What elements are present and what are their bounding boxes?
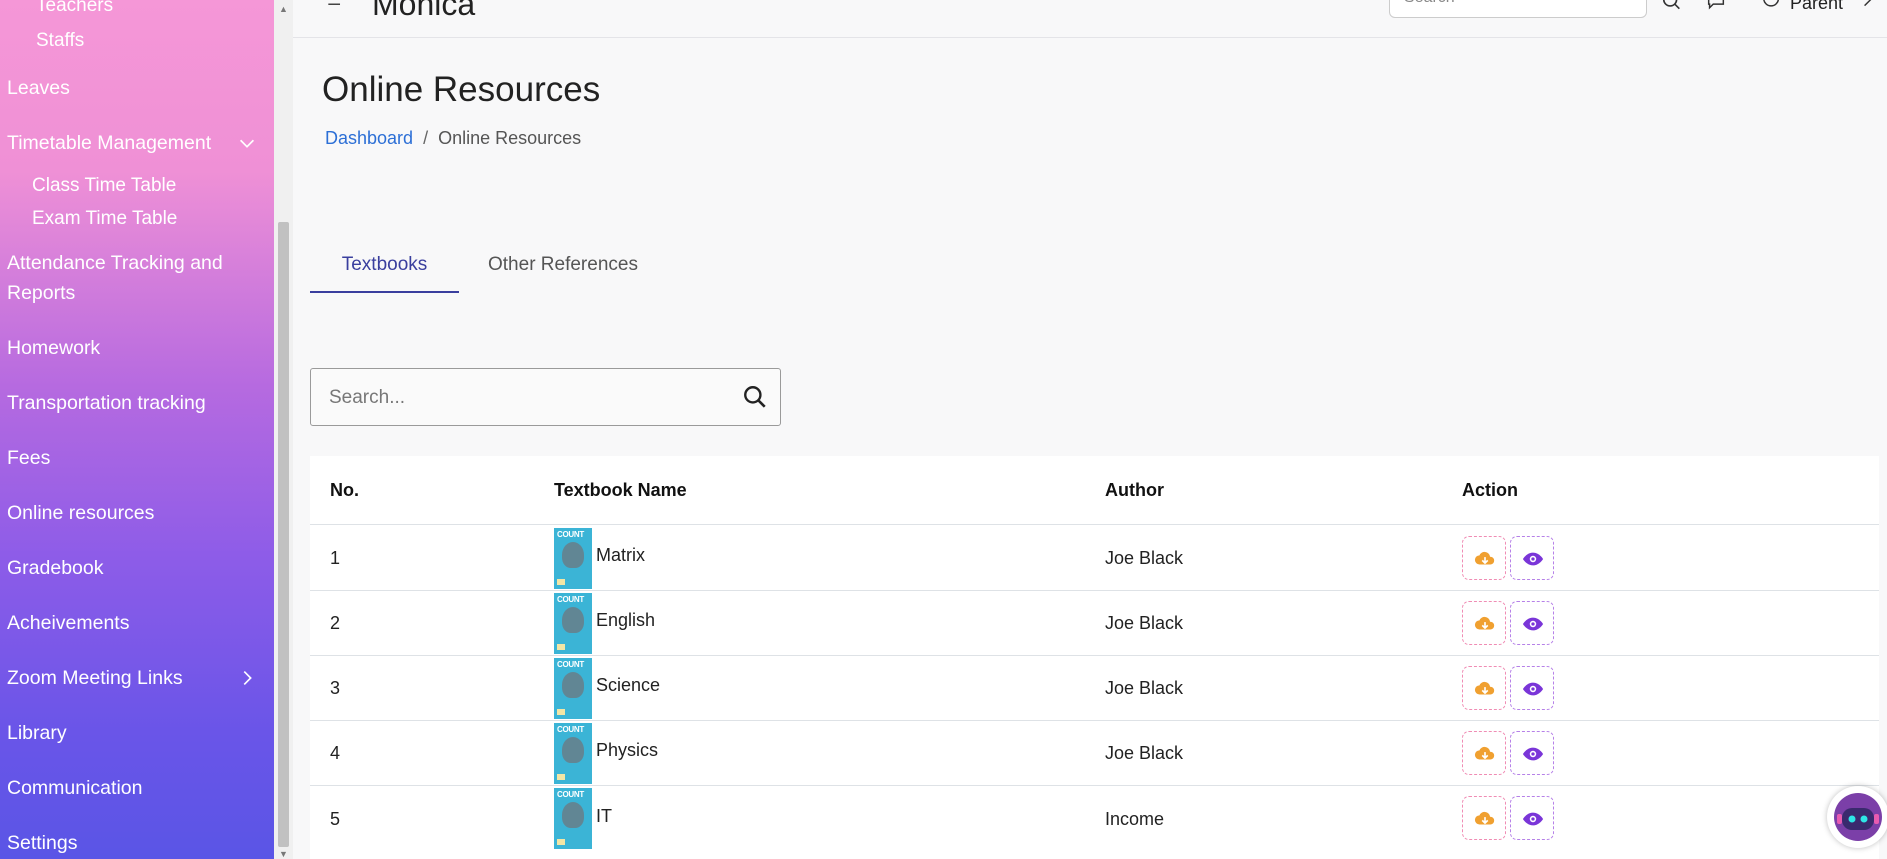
- sidebar-item-timetable-management[interactable]: Timetable Management: [7, 128, 211, 158]
- textbook-name: English: [596, 610, 656, 630]
- column-header-no: No.: [330, 480, 359, 500]
- row-number: 5: [330, 809, 341, 829]
- eye-icon: [1522, 812, 1544, 826]
- sidebar-item-attendance-reports[interactable]: Reports: [7, 278, 75, 308]
- row-number: 4: [330, 743, 341, 763]
- page-title: Online Resources: [322, 70, 601, 109]
- sidebar-item-leaves[interactable]: Leaves: [7, 73, 70, 103]
- search-icon[interactable]: [1661, 0, 1685, 14]
- chevron-down-icon[interactable]: [236, 132, 258, 154]
- view-button[interactable]: [1510, 796, 1554, 840]
- cloud-download-icon: [1474, 746, 1495, 760]
- author-name: Joe Black: [1105, 743, 1184, 763]
- sidebar-item-teachers[interactable]: Teachers: [36, 0, 113, 20]
- author-name: Joe Black: [1105, 678, 1184, 698]
- eye-icon: [1522, 682, 1544, 696]
- textbooks-table: No. Textbook Name Author Action 1 COUNT …: [310, 456, 1879, 859]
- sidebar-item-online-resources[interactable]: Online resources: [7, 498, 154, 528]
- textbook-search: [310, 368, 781, 426]
- textbook-name: Matrix: [596, 545, 645, 565]
- download-button[interactable]: [1462, 536, 1506, 580]
- column-header-textbook-name: Textbook Name: [554, 480, 687, 500]
- robot-assistant-icon: [1834, 793, 1882, 841]
- sidebar-item-attendance-tracking[interactable]: Attendance Tracking and: [7, 248, 223, 278]
- book-cover-image: COUNT: [554, 723, 592, 784]
- sidebar-item-settings[interactable]: Settings: [7, 828, 77, 858]
- sidebar-item-homework[interactable]: Homework: [7, 333, 100, 363]
- view-button[interactable]: [1510, 536, 1554, 580]
- textbook-name: IT: [596, 806, 612, 826]
- download-button[interactable]: [1462, 796, 1506, 840]
- table-row: 5 COUNT IT Income: [310, 786, 1879, 851]
- search-input[interactable]: [329, 383, 709, 413]
- sidebar-item-gradebook[interactable]: Gradebook: [7, 553, 103, 583]
- header-search-input[interactable]: Search: [1389, 0, 1647, 18]
- sidebar-item-exam-time-table[interactable]: Exam Time Table: [32, 205, 177, 233]
- chevron-right-icon[interactable]: [1860, 0, 1884, 11]
- row-number: 3: [330, 678, 341, 698]
- eye-icon: [1522, 747, 1544, 761]
- tab-textbooks[interactable]: Textbooks: [310, 245, 459, 293]
- table-row: 3 COUNT Science Joe Black: [310, 656, 1879, 721]
- sidebar-item-class-time-table[interactable]: Class Time Table: [32, 172, 176, 200]
- author-name: Joe Black: [1105, 613, 1184, 633]
- breadcrumb-dashboard-link[interactable]: Dashboard: [325, 128, 413, 148]
- chevron-right-icon[interactable]: [236, 667, 258, 689]
- sidebar-item-communication[interactable]: Communication: [7, 773, 142, 803]
- table-row: 1 COUNT Matrix Joe Black: [310, 526, 1879, 591]
- sidebar-item-achievements[interactable]: Acheivements: [7, 608, 129, 638]
- scroll-down-arrow-icon[interactable]: ▼: [278, 849, 289, 859]
- sidebar-item-library[interactable]: Library: [7, 718, 67, 748]
- row-number: 1: [330, 548, 341, 568]
- tab-other-references[interactable]: Other References: [488, 245, 638, 293]
- sidebar-scrollbar[interactable]: ▲ ▼: [274, 0, 293, 859]
- eye-icon: [1522, 617, 1544, 631]
- book-cover-image: COUNT: [554, 593, 592, 654]
- author-name: Income: [1105, 809, 1165, 829]
- scroll-up-arrow-icon[interactable]: ▲: [278, 4, 289, 14]
- eye-icon: [1522, 552, 1544, 566]
- cloud-download-icon: [1474, 616, 1495, 630]
- chat-icon[interactable]: [1705, 0, 1729, 14]
- search-icon[interactable]: [742, 384, 768, 410]
- book-cover-image: COUNT: [554, 658, 592, 719]
- download-button[interactable]: [1462, 666, 1506, 710]
- cloud-download-icon: [1474, 681, 1495, 695]
- view-button[interactable]: [1510, 666, 1554, 710]
- hamburger-menu-icon[interactable]: ☰: [327, 0, 341, 10]
- user-circle-icon[interactable]: [1761, 0, 1785, 14]
- sidebar-item-fees[interactable]: Fees: [7, 443, 50, 473]
- sidebar-item-zoom-meeting-links[interactable]: Zoom Meeting Links: [7, 663, 183, 693]
- book-cover-image: COUNT: [554, 788, 592, 849]
- textbook-name: Physics: [596, 740, 659, 760]
- download-button[interactable]: [1462, 731, 1506, 775]
- cloud-download-icon: [1474, 811, 1495, 825]
- row-number: 2: [330, 613, 341, 633]
- sidebar-item-staffs[interactable]: Staffs: [36, 27, 84, 55]
- breadcrumb: Dashboard / Online Resources: [325, 128, 581, 149]
- sidebar: Teachers Staffs Leaves Timetable Managem…: [0, 0, 274, 859]
- breadcrumb-current: Online Resources: [438, 128, 582, 148]
- column-header-action: Action: [1462, 480, 1518, 500]
- brand-name: Monica: [372, 0, 476, 22]
- author-name: Joe Black: [1105, 548, 1184, 568]
- view-button[interactable]: [1510, 601, 1554, 645]
- view-button[interactable]: [1510, 731, 1554, 775]
- textbook-name: Science: [596, 675, 661, 695]
- scroll-thumb[interactable]: [278, 222, 289, 847]
- breadcrumb-separator: /: [423, 128, 429, 148]
- sidebar-item-transportation-tracking[interactable]: Transportation tracking: [7, 388, 206, 418]
- column-header-author: Author: [1105, 480, 1164, 500]
- top-header: ☰ Monica Search Parent: [293, 0, 1887, 38]
- user-role-label[interactable]: Parent: [1790, 0, 1843, 14]
- cloud-download-icon: [1474, 551, 1495, 565]
- chatbot-button[interactable]: [1827, 786, 1887, 848]
- download-button[interactable]: [1462, 601, 1506, 645]
- table-header: No. Textbook Name Author Action: [310, 456, 1879, 525]
- table-row: 4 COUNT Physics Joe Black: [310, 721, 1879, 786]
- table-row: 2 COUNT English Joe Black: [310, 591, 1879, 656]
- book-cover-image: COUNT: [554, 528, 592, 589]
